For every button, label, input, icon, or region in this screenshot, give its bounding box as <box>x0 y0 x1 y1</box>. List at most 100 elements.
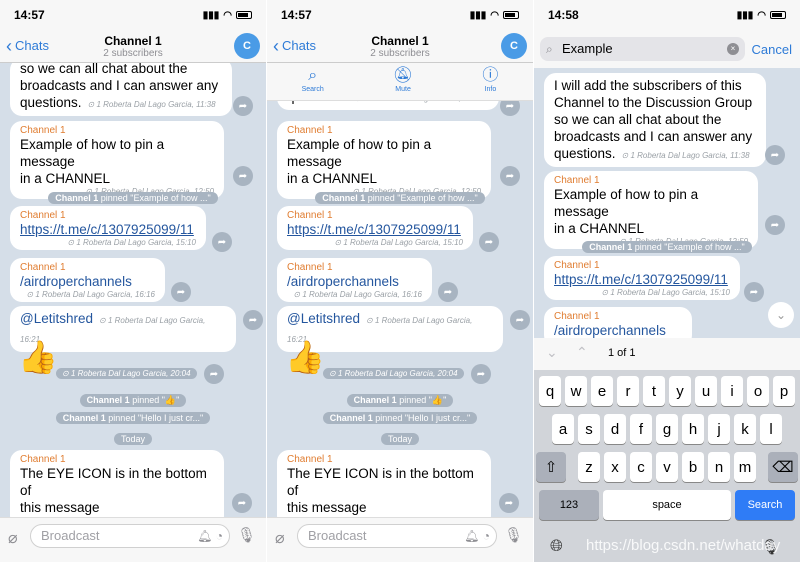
thumbs-up-emoji[interactable]: 👍 <box>18 338 58 376</box>
battery-icon <box>770 11 786 19</box>
forward-button[interactable]: ➦ <box>479 232 499 252</box>
space-key[interactable]: space <box>603 490 731 520</box>
forward-button[interactable]: ➦ <box>499 493 519 513</box>
sticker-icon[interactable]: ◔ <box>483 529 490 543</box>
avatar[interactable]: C <box>501 33 527 59</box>
key-x[interactable]: x <box>604 452 626 482</box>
key-w[interactable]: w <box>565 376 587 406</box>
forward-button[interactable]: ➦ <box>233 166 253 186</box>
key-s[interactable]: s <box>578 414 600 444</box>
forward-button[interactable]: ➦ <box>232 493 252 513</box>
key-l[interactable]: l <box>760 414 782 444</box>
key-n[interactable]: n <box>708 452 730 482</box>
key-i[interactable]: i <box>721 376 743 406</box>
mute-action-button[interactable]: 🔕︎ Mute <box>393 63 413 100</box>
cancel-button[interactable]: Cancel <box>752 42 792 57</box>
message-bubble[interactable]: so we can all chat about the broadcasts … <box>10 58 232 116</box>
key-z[interactable]: z <box>578 452 600 482</box>
message-bubble[interactable]: Channel 1 https://t.me/c/1307925099/11 ⊙… <box>10 206 206 250</box>
delete-key[interactable]: ⌫ <box>768 452 798 482</box>
message-link[interactable]: https://t.me/c/1307925099/11 <box>20 221 196 238</box>
bell-icon[interactable]: 🔔︎ <box>464 529 479 543</box>
message-meta: ⊙ 1 Roberta Dal Lago Garcia, 16:16 <box>26 290 155 299</box>
forward-button[interactable]: ➦ <box>765 145 785 165</box>
forward-button[interactable]: ➦ <box>171 282 191 302</box>
message-text: in a CHANNEL <box>287 171 378 186</box>
chat-title[interactable]: Channel 1 <box>0 34 266 48</box>
sticker-icon[interactable]: ◔ <box>216 529 223 543</box>
key-q[interactable]: q <box>539 376 561 406</box>
pinned-service-message: Channel 1 pinned "👍" <box>267 390 533 408</box>
message-meta: ⊙ 1 Roberta Dal Lago Garcia, 20:04 <box>56 368 197 379</box>
forward-button[interactable]: ➦ <box>471 364 491 384</box>
key-h[interactable]: h <box>682 414 704 444</box>
message-bubble[interactable]: Channel 1 https://t.me/c/1307925099/11 ⊙… <box>277 206 473 250</box>
forward-button[interactable]: ➦ <box>204 364 224 384</box>
key-y[interactable]: y <box>669 376 691 406</box>
message-text: questions. <box>20 95 82 110</box>
attach-icon[interactable]: ⌀ <box>8 528 18 548</box>
chat-action-bar: ⌕ Search 🔕︎ Mute ⓘ Info <box>267 63 533 101</box>
search-input[interactable]: ⌕ Example × <box>540 37 745 61</box>
shift-key[interactable]: ⇧ <box>536 452 566 482</box>
message-bubble[interactable]: I will add the subscribers of this Chann… <box>544 73 766 167</box>
sender-name: Channel 1 <box>287 454 333 465</box>
key-j[interactable]: j <box>708 414 730 444</box>
nav-bar: ‹ Chats Channel 1 2 subscribers C <box>267 30 533 63</box>
scroll-down-button[interactable]: ⌄ <box>768 302 794 328</box>
forward-button[interactable]: ➦ <box>243 310 263 330</box>
forward-button[interactable]: ➦ <box>233 96 253 116</box>
previous-result-button[interactable]: ⌃ <box>576 344 588 361</box>
next-result-button[interactable]: ⌄ <box>546 344 558 361</box>
numbers-key[interactable]: 123 <box>539 490 599 520</box>
forward-button[interactable]: ➦ <box>438 282 458 302</box>
microphone-icon[interactable]: 🎙︎ <box>504 526 523 544</box>
globe-icon[interactable]: 🌐︎ <box>550 538 563 556</box>
message-mention[interactable]: @Letitshred <box>287 311 360 326</box>
key-e[interactable]: e <box>591 376 613 406</box>
pinned-service-message: Channel 1 pinned "Example of how ..." <box>534 237 800 255</box>
forward-button[interactable]: ➦ <box>510 310 530 330</box>
signal-icon: ▮▮▮ <box>736 9 754 21</box>
key-c[interactable]: c <box>630 452 652 482</box>
broadcast-input[interactable]: Broadcast 🔔︎ ◔ <box>30 524 230 548</box>
forward-button[interactable]: ➦ <box>765 215 785 235</box>
chat-title[interactable]: Channel 1 <box>267 34 533 48</box>
message-link[interactable]: https://t.me/c/1307925099/11 <box>287 221 463 238</box>
key-g[interactable]: g <box>656 414 678 444</box>
message-command[interactable]: /airdroperchannels <box>287 273 422 290</box>
attach-icon[interactable]: ⌀ <box>275 528 285 548</box>
forward-button[interactable]: ➦ <box>744 282 764 302</box>
key-d[interactable]: d <box>604 414 626 444</box>
microphone-icon[interactable]: 🎙︎ <box>237 526 256 544</box>
message-command[interactable]: /airdroperchannels <box>20 273 155 290</box>
search-key[interactable]: Search <box>735 490 795 520</box>
broadcast-input[interactable]: Broadcast 🔔︎ ◔ <box>297 524 497 548</box>
bell-icon[interactable]: 🔔︎ <box>197 529 212 543</box>
message-link[interactable]: https://t.me/c/1307925099/11 <box>554 271 730 288</box>
message-bubble[interactable]: Channel 1 /airdroperchannels ⊙ 1 Roberta… <box>277 258 432 302</box>
key-t[interactable]: t <box>643 376 665 406</box>
forward-button[interactable]: ➦ <box>500 166 520 186</box>
key-o[interactable]: o <box>747 376 769 406</box>
info-action-button[interactable]: ⓘ Info <box>482 63 498 100</box>
forward-button[interactable]: ➦ <box>212 232 232 252</box>
message-mention[interactable]: @Letitshred <box>20 311 93 326</box>
key-f[interactable]: f <box>630 414 652 444</box>
key-b[interactable]: b <box>682 452 704 482</box>
key-m[interactable]: m <box>734 452 756 482</box>
key-u[interactable]: u <box>695 376 717 406</box>
thumbs-up-emoji[interactable]: 👍 <box>285 338 325 376</box>
key-r[interactable]: r <box>617 376 639 406</box>
message-bubble[interactable]: Channel 1 /airdroperchannels ⊙ 1 Roberta… <box>10 258 165 302</box>
search-action-button[interactable]: ⌕ Search <box>302 63 324 100</box>
message-command[interactable]: /airdroperchannels <box>554 322 682 339</box>
message-bubble[interactable]: Channel 1 https://t.me/c/1307925099/11 ⊙… <box>544 256 740 300</box>
key-p[interactable]: p <box>773 376 795 406</box>
key-a[interactable]: a <box>552 414 574 444</box>
key-v[interactable]: v <box>656 452 678 482</box>
avatar[interactable]: C <box>234 33 260 59</box>
key-k[interactable]: k <box>734 414 756 444</box>
clear-icon[interactable]: × <box>727 43 739 55</box>
mute-bell-icon: 🔕︎ <box>392 67 414 84</box>
